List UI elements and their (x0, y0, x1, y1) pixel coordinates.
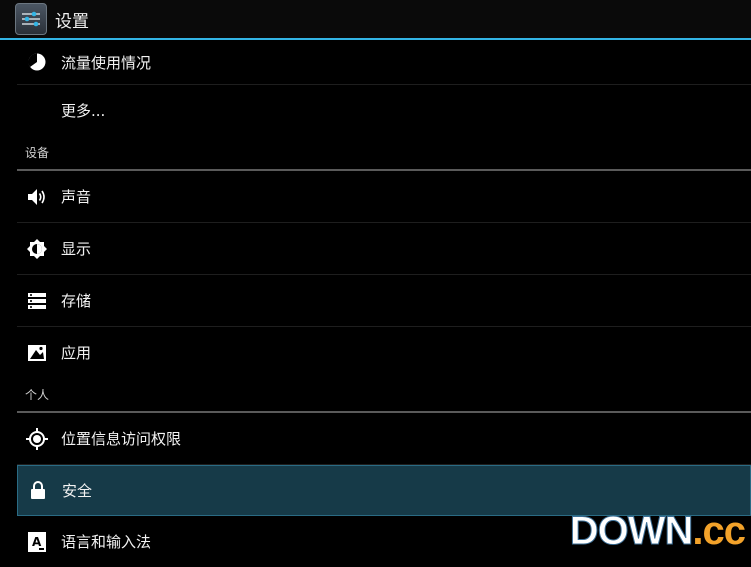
settings-item-location[interactable]: 位置信息访问权限 (17, 413, 751, 465)
keyboard-letter-icon: A (25, 530, 49, 554)
settings-item-apps[interactable]: 应用 (17, 327, 751, 378)
settings-item-label: 更多... (61, 102, 106, 120)
storage-icon (25, 289, 49, 313)
settings-item-display[interactable]: 显示 (17, 223, 751, 275)
settings-item-label: 应用 (61, 344, 92, 362)
settings-item-label: 流量使用情况 (61, 53, 152, 72)
page-title: 设置 (55, 11, 89, 32)
lock-icon (26, 479, 50, 503)
settings-item-storage[interactable]: 存储 (17, 275, 751, 327)
settings-item-label: 语言和输入法 (61, 533, 152, 551)
settings-sliders-icon[interactable] (15, 3, 47, 35)
section-header-personal: 个人 (17, 378, 751, 413)
settings-item-label: 存储 (61, 292, 92, 310)
watermark-logo: DOWN.cc (569, 509, 746, 553)
pie-chart-icon (25, 50, 49, 74)
settings-item-label: 声音 (61, 188, 92, 206)
brightness-icon (25, 237, 49, 261)
settings-item-label: 安全 (62, 482, 93, 500)
section-header-label: 设备 (25, 146, 50, 160)
section-header-label: 个人 (25, 388, 50, 402)
settings-item-label: 位置信息访问权限 (61, 430, 182, 448)
speaker-icon (25, 185, 49, 209)
location-target-icon (25, 427, 49, 451)
settings-item-label: 显示 (61, 240, 92, 258)
apps-icon (25, 341, 49, 365)
settings-item-data-usage[interactable]: 流量使用情况 (17, 40, 751, 85)
settings-item-more[interactable]: 更多... (17, 85, 751, 136)
svg-text:A: A (32, 535, 42, 549)
section-header-device: 设备 (17, 136, 751, 171)
settings-list: 流量使用情况 更多... 设备 声音 显示 存储 应用 个人 位置信息访问权限 … (17, 40, 751, 567)
watermark-text-suffix: .cc (692, 509, 746, 553)
watermark-text-main: DOWN (569, 509, 694, 553)
action-bar: 设置 (0, 0, 751, 38)
settings-item-sound[interactable]: 声音 (17, 171, 751, 223)
